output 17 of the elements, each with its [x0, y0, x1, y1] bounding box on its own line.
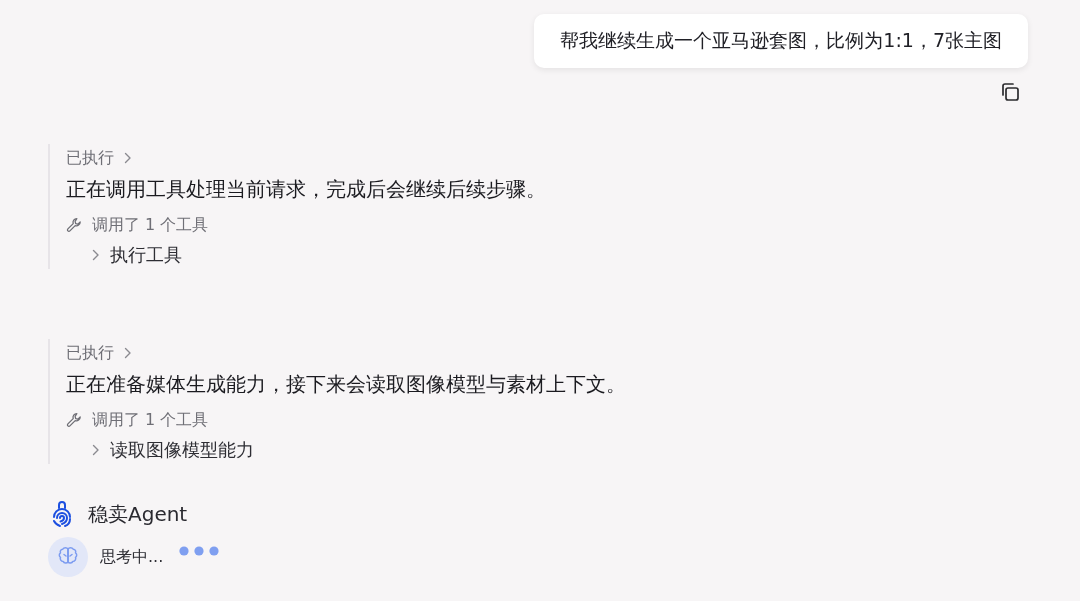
user-message: 帮我继续生成一个亚马逊套图，比例为1:1，7张主图 [534, 14, 1028, 68]
agent-name: 稳卖Agent [88, 500, 188, 528]
step-message: 正在调用工具处理当前请求，完成后会继续后续步骤。 [66, 176, 546, 203]
brain-icon [48, 537, 88, 577]
tool-item[interactable]: 执行工具 [92, 243, 182, 267]
tools-summary: 调用了 1 个工具 [92, 409, 209, 431]
thinking-status: 思考中... [100, 546, 164, 568]
status-toggle[interactable]: 已执行 [66, 147, 132, 169]
loading-dots-icon [179, 546, 220, 556]
tools-summary: 调用了 1 个工具 [92, 214, 209, 236]
tool-item[interactable]: 读取图像模型能力 [92, 438, 254, 462]
status-toggle[interactable]: 已执行 [66, 342, 132, 364]
fingerprint-logo-icon [50, 500, 74, 528]
step-message: 正在准备媒体生成能力，接下来会读取图像模型与素材上下文。 [66, 371, 626, 398]
copy-icon[interactable] [1000, 82, 1020, 102]
wrench-icon [66, 217, 82, 233]
wrench-icon [66, 412, 82, 428]
